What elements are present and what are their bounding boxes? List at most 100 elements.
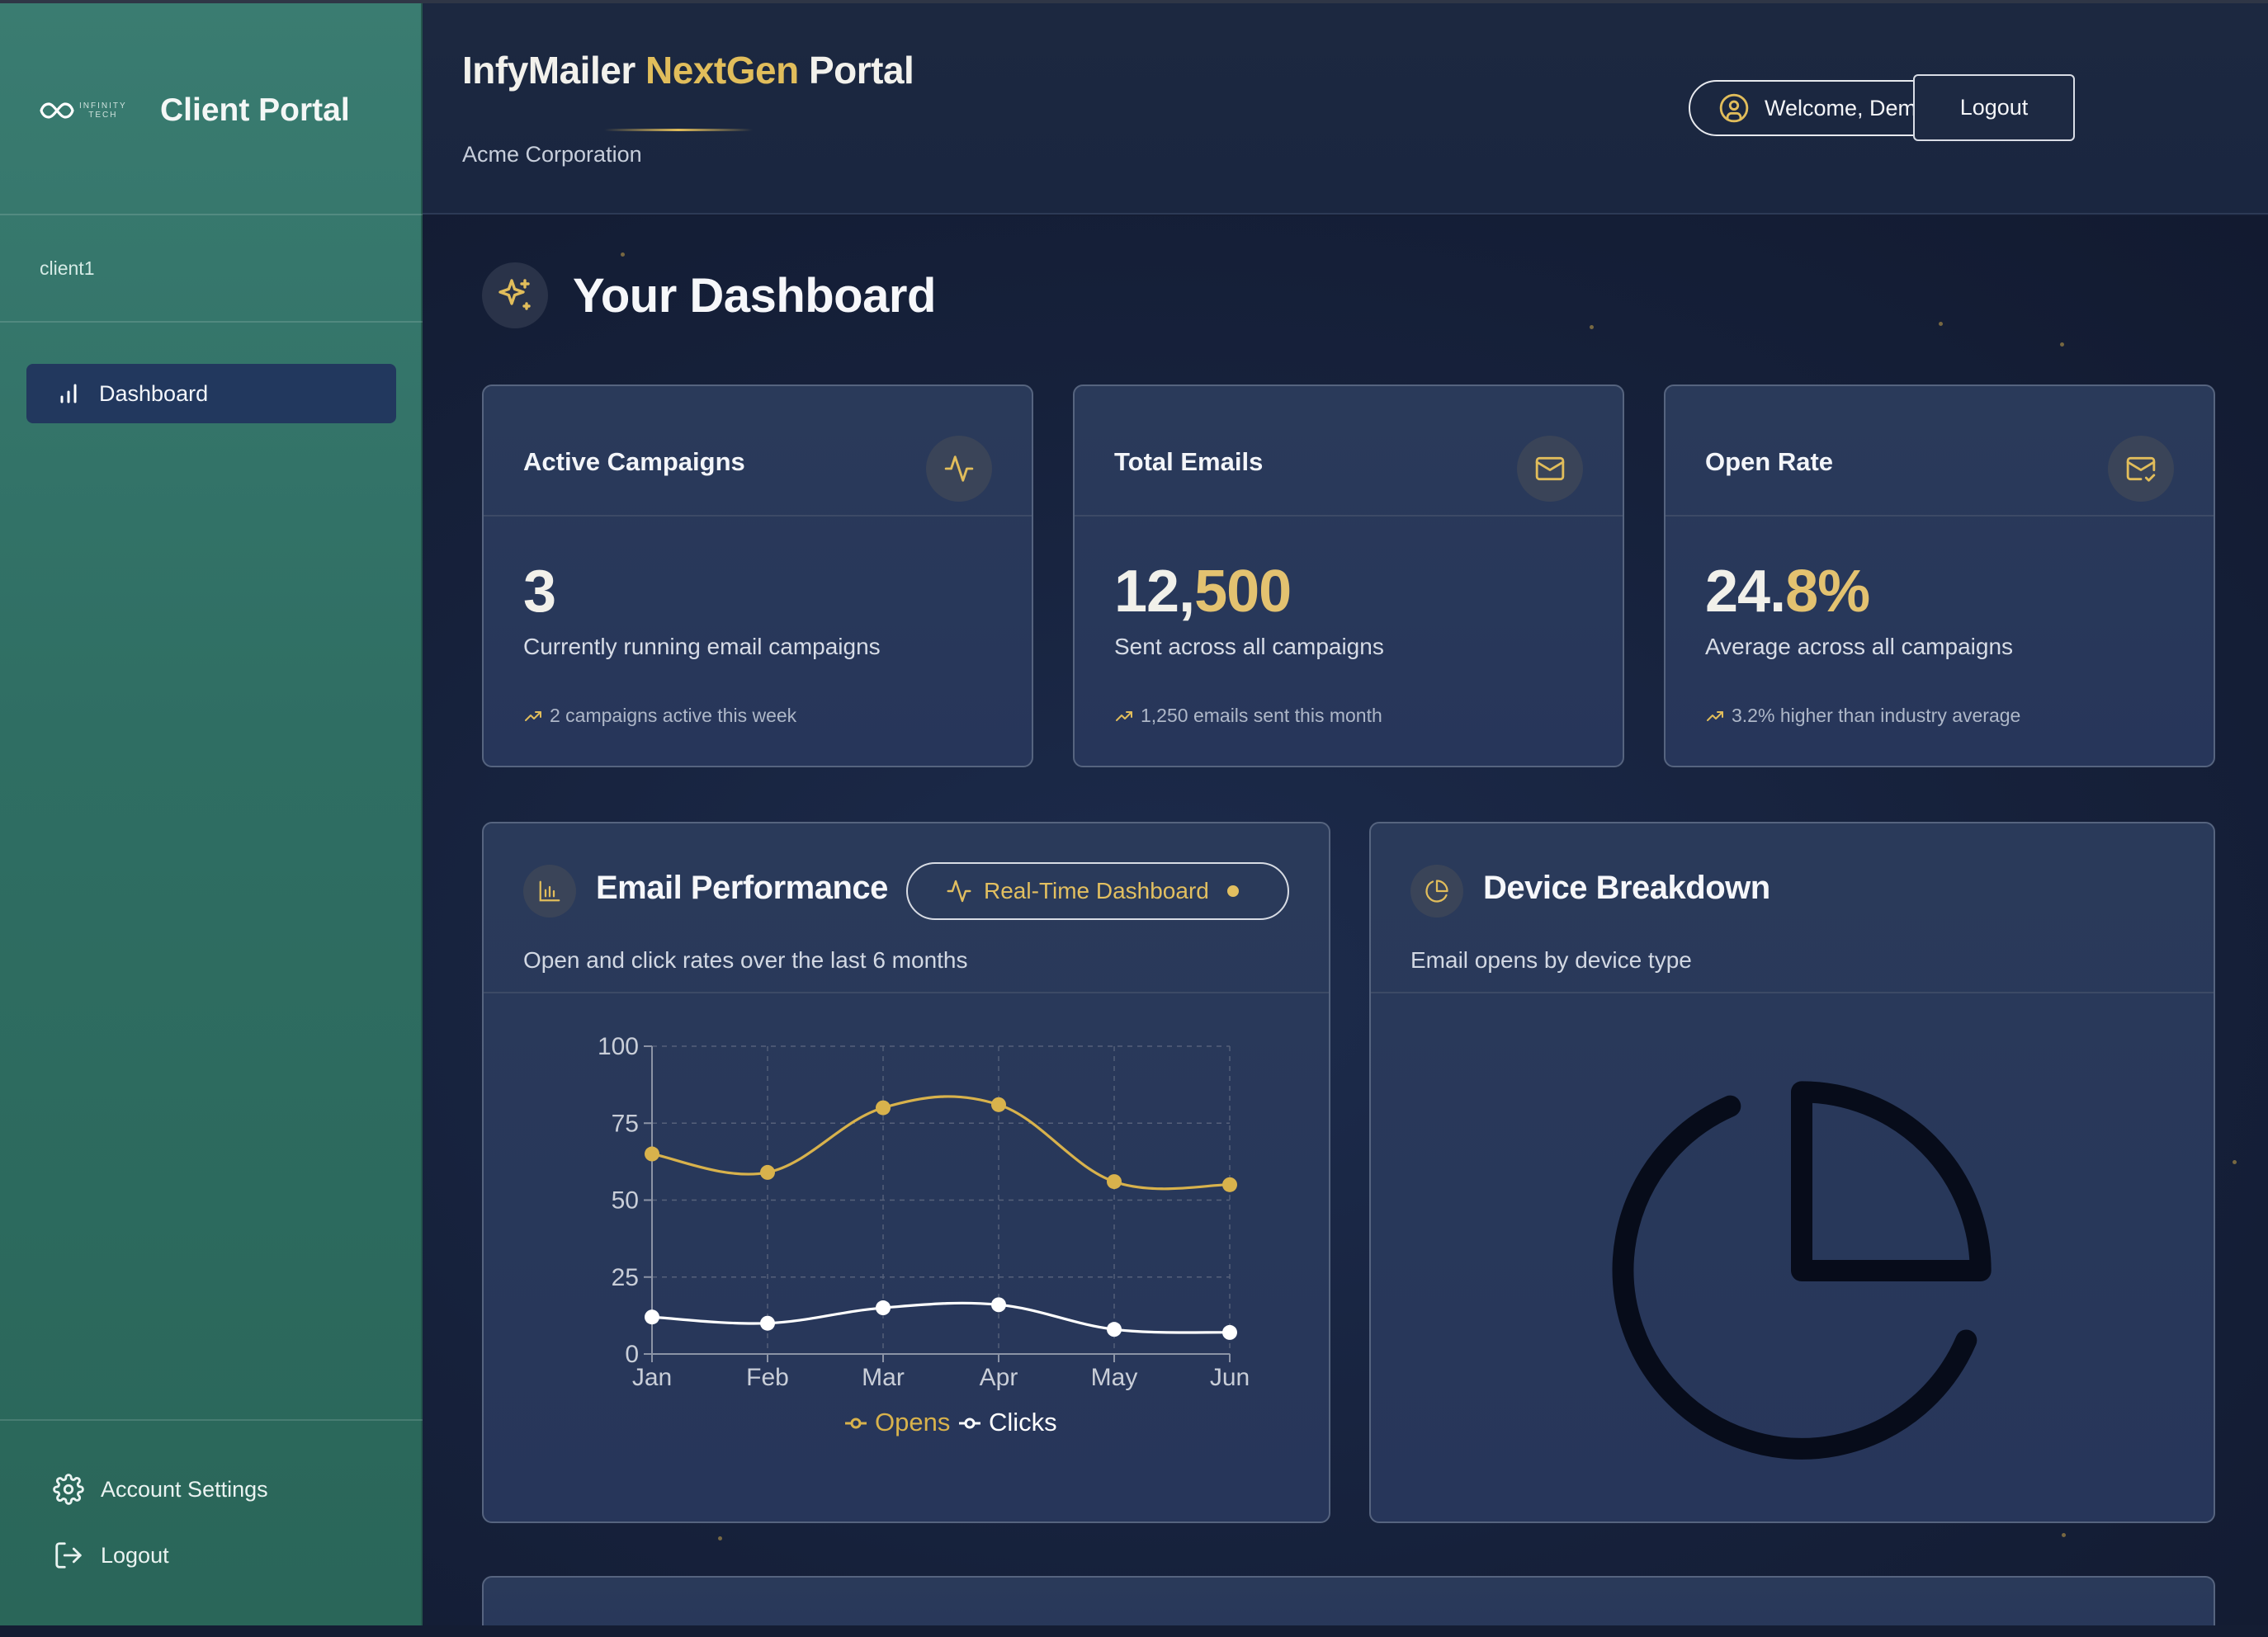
y-tick-label: 75 — [612, 1110, 639, 1137]
y-tick-label: 50 — [612, 1187, 639, 1215]
x-tick-label: Jan — [632, 1364, 672, 1391]
brand-logo-text: INFINITY TECH — [79, 101, 127, 120]
stat-description: Currently running email campaigns — [523, 634, 881, 659]
sidebar-item-label: Account Settings — [101, 1476, 268, 1502]
legend-marker-clicks — [964, 1418, 976, 1429]
sparkles-icon — [482, 262, 548, 328]
infinity-logo-icon — [40, 102, 74, 119]
stat-description: Sent across all campaigns — [1114, 634, 1384, 659]
data-point-opens — [1107, 1174, 1122, 1190]
trending-up-icon — [525, 710, 541, 721]
brand[interactable]: INFINITY TECH Client Portal — [40, 89, 350, 132]
stat-card-total-emails: Total Emails 12,500 Sent across all camp… — [1073, 384, 1624, 767]
stat-value: 3 — [523, 559, 556, 625]
x-tick-label: Mar — [862, 1364, 905, 1391]
bar-chart-icon — [523, 865, 576, 918]
data-point-clicks — [760, 1315, 775, 1331]
sidebar-divider — [0, 214, 423, 215]
decorative-star — [1590, 325, 1594, 329]
stat-value: 12,500 — [1114, 559, 1292, 625]
sidebar-item-label: Logout — [101, 1542, 169, 1568]
sidebar-username: client1 — [40, 257, 95, 279]
brand-logo: INFINITY TECH — [40, 101, 144, 120]
panel-subtitle: Email opens by device type — [1410, 947, 1692, 973]
data-point-clicks — [876, 1300, 891, 1316]
sidebar-divider — [0, 321, 423, 323]
activity-icon — [947, 880, 971, 903]
data-point-clicks — [991, 1297, 1006, 1313]
dashboard-heading: Your Dashboard — [482, 262, 936, 328]
series-line-clicks — [651, 1301, 1231, 1334]
live-indicator-dot — [1226, 885, 1239, 897]
decorative-star — [2060, 342, 2064, 347]
header: InfyMailer NextGen Portal Acme Corporati… — [423, 0, 2268, 215]
portal-title: InfyMailer NextGen Portal — [462, 49, 914, 92]
activity-icon — [926, 436, 992, 502]
bar-chart-icon — [60, 384, 77, 403]
bottom-card — [482, 1576, 2215, 1625]
stat-footer: 2 campaigns active this week — [523, 705, 796, 727]
stat-footer: 1,250 emails sent this month — [1114, 705, 1382, 727]
logout-icon — [55, 1542, 82, 1569]
x-tick-label: Jun — [1210, 1364, 1250, 1391]
stat-card-active-campaigns: Active Campaigns 3 Currently running ema… — [482, 384, 1033, 767]
data-point-clicks — [645, 1309, 659, 1325]
y-tick-label: 25 — [612, 1264, 639, 1291]
legend-label-opens: Opens — [875, 1408, 950, 1437]
card-divider — [1371, 992, 2214, 993]
email-performance-card: Email Performance Real-Time Dashboard Op… — [482, 822, 1330, 1523]
data-point-opens — [760, 1164, 775, 1180]
card-divider — [1075, 515, 1623, 517]
stat-description: Average across all campaigns — [1705, 634, 2014, 659]
stat-title: Open Rate — [1705, 447, 1834, 476]
user-circle-icon — [1719, 93, 1749, 123]
y-tick-label: 100 — [598, 1033, 639, 1060]
sidebar-item-label: Dashboard — [99, 380, 209, 406]
page-title: Your Dashboard — [573, 268, 936, 323]
mail-icon — [1517, 436, 1583, 502]
stat-card-open-rate: Open Rate 24.8% Average across all campa… — [1664, 384, 2215, 767]
trending-up-icon — [1116, 710, 1132, 721]
window-top-border — [0, 0, 2268, 3]
x-tick-label: Apr — [980, 1364, 1018, 1391]
data-point-opens — [876, 1100, 891, 1116]
x-tick-label: Feb — [746, 1364, 789, 1391]
data-point-opens — [991, 1097, 1006, 1112]
header-logout-button[interactable]: Logout — [1913, 74, 2075, 141]
stat-title: Active Campaigns — [523, 447, 745, 476]
decorative-star — [2233, 1160, 2237, 1164]
data-point-opens — [645, 1146, 659, 1162]
gear-icon — [53, 1474, 84, 1505]
trending-up-icon — [1707, 710, 1723, 721]
sidebar-divider — [0, 1419, 423, 1421]
pie-chart-icon — [1410, 865, 1463, 918]
stat-footer: 3.2% higher than industry average — [1705, 705, 2020, 727]
decorative-star — [621, 252, 625, 257]
real-time-dashboard-button[interactable]: Real-Time Dashboard — [906, 862, 1289, 920]
brand-title: Client Portal — [160, 92, 350, 128]
email-performance-chart: 0255075100Jan Feb Mar Apr May JunOpens Clicks — [598, 1033, 1250, 1437]
title-underline — [604, 129, 753, 131]
panel-subtitle: Open and click rates over the last 6 mon… — [523, 947, 968, 973]
mail-check-icon — [2108, 436, 2174, 502]
sidebar: INFINITY TECH Client Portal client1 Dash… — [0, 0, 423, 1625]
data-point-clicks — [1222, 1324, 1237, 1340]
sidebar-item-account-settings[interactable]: Account Settings — [53, 1474, 268, 1505]
decorative-star — [2062, 1533, 2066, 1537]
legend-label-clicks: Clicks — [989, 1408, 1057, 1437]
pie-chart-placeholder-icon — [1612, 1081, 1992, 1460]
decorative-star — [1939, 322, 1943, 326]
panel-title: Device Breakdown — [1483, 870, 1770, 906]
x-tick-label: May — [1091, 1364, 1138, 1391]
main-content: Your Dashboard Active Campaigns 3 Curren… — [423, 216, 2268, 1625]
data-point-opens — [1222, 1177, 1237, 1192]
sidebar-item-dashboard[interactable]: Dashboard — [26, 364, 396, 423]
stat-title: Total Emails — [1114, 447, 1264, 476]
series-line-opens — [651, 1095, 1231, 1191]
data-point-clicks — [1107, 1322, 1122, 1337]
panel-title: Email Performance — [596, 870, 888, 906]
decorative-star — [718, 1536, 722, 1540]
company-name: Acme Corporation — [462, 142, 642, 167]
legend-marker-opens — [850, 1418, 862, 1429]
sidebar-item-logout[interactable]: Logout — [53, 1540, 169, 1571]
